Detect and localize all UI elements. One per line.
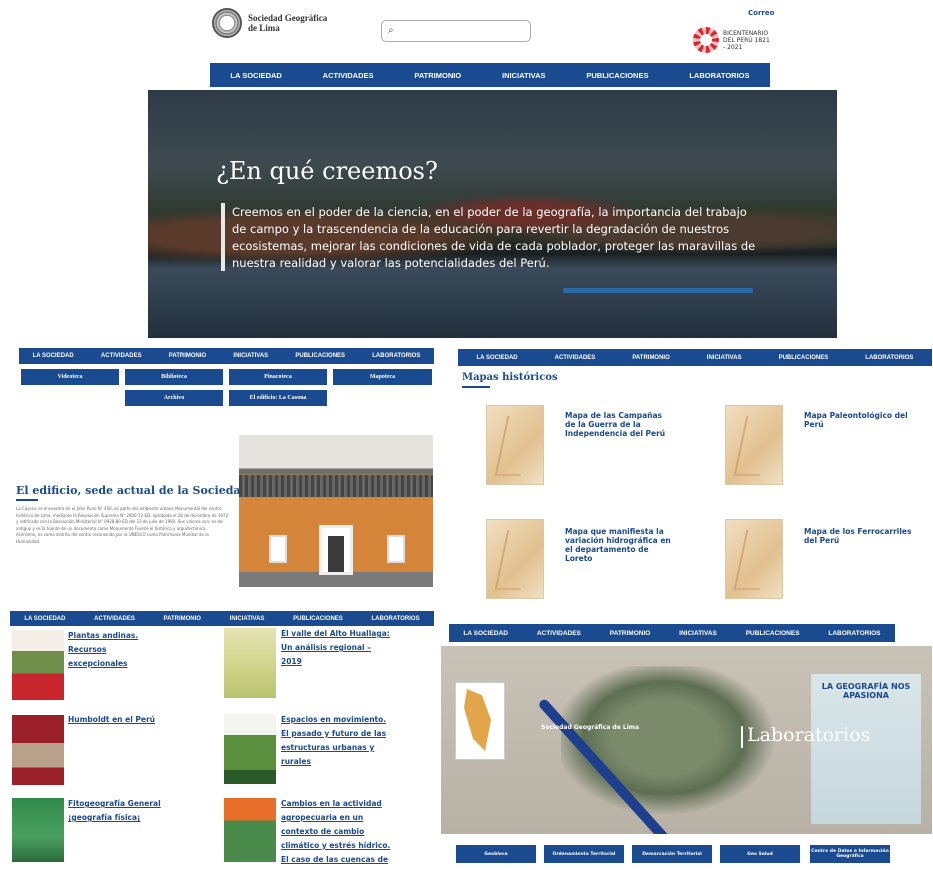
window (269, 535, 287, 563)
nav-bar-mapas: LA SOCIEDAD ACTIVIDADES PATRIMONIO INICI… (458, 349, 932, 366)
map-thumbnail[interactable] (486, 519, 544, 599)
title-bar (741, 726, 743, 748)
relief-map (561, 666, 791, 826)
book-cover[interactable] (12, 798, 64, 862)
publication-link[interactable]: Humboldt en el Perú (68, 713, 168, 727)
nav-laboratorios[interactable]: LABORATORIOS (371, 616, 419, 622)
nav-publicaciones[interactable]: PUBLICACIONES (586, 71, 648, 80)
hero-accent-bar (221, 203, 225, 271)
hero-text: Creemos en el poder de la ciencia, en el… (232, 205, 756, 270)
hero-title: ¿En qué creemos? (216, 157, 438, 185)
hero-boat (563, 288, 753, 293)
search-input[interactable]: ⌕ (381, 20, 531, 42)
org-watermark: Sociedad Geográfica de Lima (541, 724, 640, 731)
nav-patrimonio[interactable]: PATRIMONIO (169, 353, 206, 359)
nav-la-sociedad[interactable]: LA SOCIEDAD (33, 353, 74, 359)
tab-videoteca[interactable]: Videoteca (21, 369, 119, 385)
seal-icon (212, 8, 242, 38)
nav-bar-publicaciones: LA SOCIEDAD ACTIVIDADES PATRIMONIO INICI… (10, 611, 434, 626)
nav-actividades[interactable]: ACTIVIDADES (323, 71, 374, 80)
nav-la-sociedad[interactable]: LA SOCIEDAD (463, 630, 508, 637)
book-cover[interactable] (224, 798, 276, 862)
nav-iniciativas[interactable]: INICIATIVAS (230, 616, 265, 622)
map-link[interactable]: Mapa de los Ferrocarriles del Perú (804, 527, 919, 545)
main-nav: LA SOCIEDAD ACTIVIDADES PATRIMONIO INICI… (210, 63, 770, 87)
nav-actividades[interactable]: ACTIVIDADES (537, 630, 581, 637)
tab-pinacoteca[interactable]: Pinacoteca (229, 369, 327, 385)
building-title: El edificio, sede actual de la Sociedad (16, 484, 249, 497)
nav-iniciativas[interactable]: INICIATIVAS (679, 630, 717, 637)
poster-text: LA GEOGRAFÍA NOS APASIONA (821, 682, 911, 700)
lab-button-centro-datos[interactable]: Centro de Datos e Información Geográfica (810, 845, 890, 863)
map-link[interactable]: Mapa de las Campañas de la Guerra de la … (565, 411, 675, 438)
bicentennial-icon (693, 27, 719, 53)
laboratorios-title: Laboratorios (747, 724, 871, 746)
map-thumbnail[interactable] (725, 519, 783, 599)
hero-banner: ¿En qué creemos? Creemos en el poder de … (148, 90, 837, 338)
lab-button-ordenamiento[interactable]: Ordenamiento Territorial (544, 845, 624, 863)
nav-publicaciones[interactable]: PUBLICACIONES (293, 616, 343, 622)
search-icon: ⌕ (388, 25, 394, 36)
site-logo[interactable]: Sociedad Geográfica de Lima (212, 8, 328, 38)
nav-la-sociedad[interactable]: LA SOCIEDAD (477, 355, 518, 361)
book-cover[interactable] (224, 628, 276, 698)
nav-patrimonio[interactable]: PATRIMONIO (164, 616, 201, 622)
building-text: La Casona se encuentra en el Jirón Puno … (16, 506, 228, 544)
collage: Sociedad Geográfica de Lima ⌕ Correo BIC… (0, 0, 933, 870)
title-underline (462, 386, 490, 388)
book-cover[interactable] (224, 714, 276, 784)
lab-button-geobloca[interactable]: Geobloca (456, 845, 536, 863)
nav-patrimonio[interactable]: PATRIMONIO (414, 71, 461, 80)
nav-iniciativas[interactable]: INICIATIVAS (707, 355, 742, 361)
publication-link[interactable]: Espacios en movimiento. El pasado y futu… (281, 713, 391, 769)
correo-link[interactable]: Correo (748, 9, 774, 17)
nav-bar-laboratorios: LA SOCIEDAD ACTIVIDADES PATRIMONIO INICI… (449, 624, 895, 642)
nav-patrimonio[interactable]: PATRIMONIO (610, 630, 651, 637)
publication-link[interactable]: Plantas andinas. Recursos excepcionales (68, 629, 168, 671)
lab-button-demarcacion[interactable]: Demarcación Territorial (632, 845, 712, 863)
nav-actividades[interactable]: ACTIVIDADES (94, 616, 135, 622)
nav-iniciativas[interactable]: INICIATIVAS (502, 71, 545, 80)
publication-link[interactable]: Cambios en la actividad agropecuaria en … (281, 797, 396, 870)
title-underline (16, 499, 38, 501)
bicentennial-logo: BICENTENARIO DEL PERÚ 1821 - 2021 (693, 27, 773, 53)
peru-map-frame (455, 682, 505, 760)
bicentennial-label: BICENTENARIO DEL PERÚ 1821 - 2021 (723, 29, 770, 51)
tab-el-edificio[interactable]: El edificio: La Casona (229, 390, 327, 406)
maps-title: Mapas históricos (462, 372, 558, 383)
tab-mapoteca[interactable]: Mapoteca (333, 369, 432, 385)
nav-laboratorios[interactable]: LABORATORIOS (828, 630, 880, 637)
laboratorios-banner: LA GEOGRAFÍA NOS APASIONA Sociedad Geogr… (441, 646, 932, 834)
balcony (239, 475, 433, 497)
nav-publicaciones[interactable]: PUBLICACIONES (779, 355, 829, 361)
lab-button-geosalud[interactable]: Geo Salud (720, 845, 800, 863)
nav-patrimonio[interactable]: PATRIMONIO (632, 355, 669, 361)
building-photo (239, 435, 433, 587)
nav-la-sociedad[interactable]: LA SOCIEDAD (230, 71, 281, 80)
nav-actividades[interactable]: ACTIVIDADES (555, 355, 596, 361)
map-thumbnail[interactable] (725, 405, 783, 485)
door (319, 525, 353, 575)
book-cover[interactable] (12, 715, 64, 785)
nav-laboratorios[interactable]: LABORATORIOS (689, 71, 749, 80)
map-link[interactable]: Mapa que manifiesta la variación hidrogr… (565, 527, 675, 563)
nav-bar-patrimonio: LA SOCIEDAD ACTIVIDADES PATRIMONIO INICI… (19, 348, 434, 364)
nav-publicaciones[interactable]: PUBLICACIONES (746, 630, 800, 637)
tab-archivo[interactable]: Archivo (125, 390, 223, 406)
nav-actividades[interactable]: ACTIVIDADES (101, 353, 142, 359)
map-link[interactable]: Mapa Paleontológico del Perú (804, 411, 919, 429)
book-cover[interactable] (12, 630, 64, 700)
window (387, 535, 405, 563)
tab-biblioteca[interactable]: Biblioteca (125, 369, 223, 385)
nav-laboratorios[interactable]: LABORATORIOS (372, 353, 420, 359)
nav-iniciativas[interactable]: INICIATIVAS (233, 353, 268, 359)
map-thumbnail[interactable] (486, 405, 544, 485)
nav-la-sociedad[interactable]: LA SOCIEDAD (24, 616, 65, 622)
nav-laboratorios[interactable]: LABORATORIOS (865, 355, 913, 361)
nav-publicaciones[interactable]: PUBLICACIONES (295, 353, 345, 359)
publication-link[interactable]: El valle del Alto Huallaga: Un análisis … (281, 627, 391, 669)
publication-link[interactable]: Fitogeografía General ¡geografía física¡ (68, 797, 183, 825)
org-name: Sociedad Geográfica de Lima (248, 13, 328, 33)
